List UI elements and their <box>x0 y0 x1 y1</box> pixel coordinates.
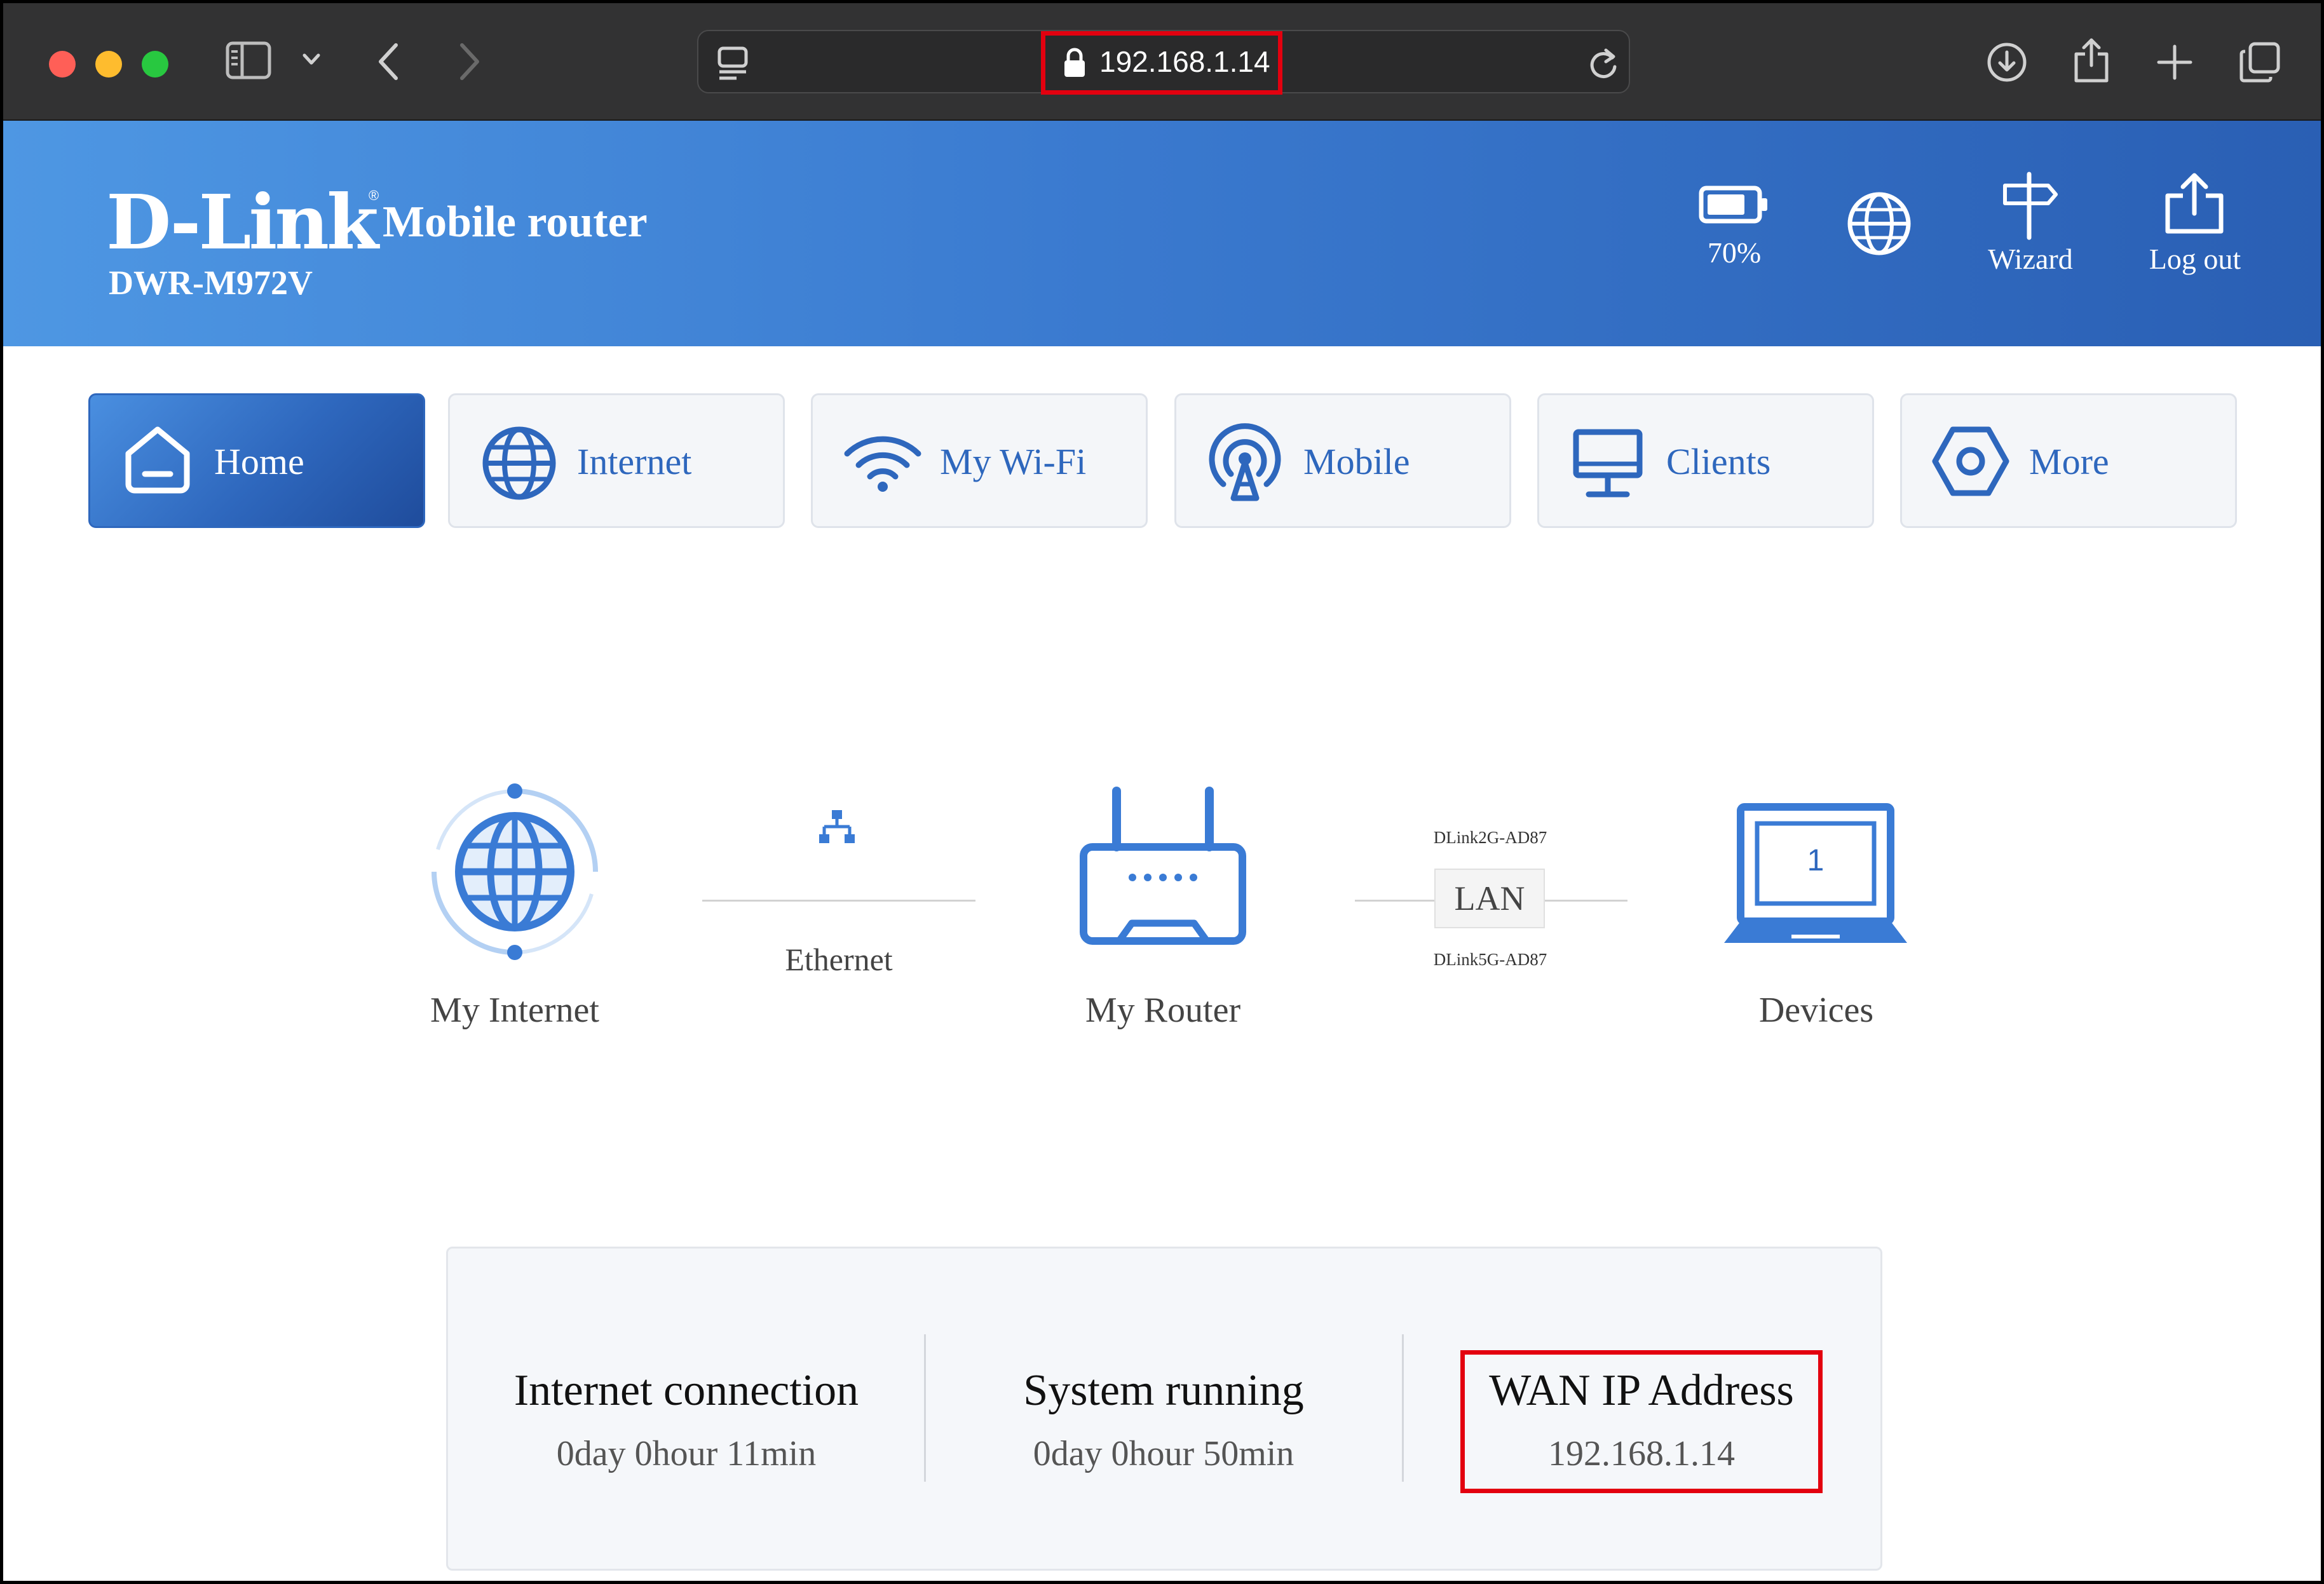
close-window-button[interactable] <box>49 51 76 78</box>
reload-icon[interactable] <box>1587 45 1620 81</box>
devices-label: Devices <box>1758 991 1874 1030</box>
ssid-2g-label: DLink2G-AD87 <box>1433 828 1547 847</box>
status-divider-2 <box>1402 1334 1404 1482</box>
logout-button[interactable]: Log out <box>2100 241 2290 277</box>
url-highlight-box <box>1041 31 1282 95</box>
tab-more-label: More <box>2029 441 2109 482</box>
tab-internet[interactable]: Internet <box>448 393 785 528</box>
tab-mobile[interactable]: Mobile <box>1174 393 1511 528</box>
download-icon[interactable] <box>1986 41 2028 83</box>
tabs-overview-icon[interactable] <box>2239 41 2281 83</box>
status-divider-1 <box>924 1334 926 1482</box>
dlink-logo: D-Link <box>106 178 379 266</box>
tab-my-wifi[interactable]: My Wi-Fi <box>811 393 1148 528</box>
internet-globe-icon[interactable] <box>423 780 607 967</box>
tab-clients[interactable]: Clients <box>1537 393 1874 528</box>
tab-more[interactable]: More <box>1900 393 2237 528</box>
tab-home-label: Home <box>214 441 304 482</box>
wan-ip-highlight-box <box>1460 1350 1823 1493</box>
minimize-window-button[interactable] <box>95 51 122 78</box>
battery-level: 70% <box>1707 236 1762 269</box>
ssid-5g-label: DLink5G-AD87 <box>1433 950 1547 969</box>
back-icon[interactable] <box>377 43 400 81</box>
battery-icon <box>1699 184 1770 228</box>
forward-icon[interactable] <box>458 43 481 81</box>
my-internet-label: My Internet <box>430 991 599 1030</box>
router-icon[interactable] <box>1078 783 1247 958</box>
ethernet-icon <box>818 809 856 850</box>
new-tab-icon[interactable] <box>2156 44 2193 81</box>
system-running-value: 0day 0hour 50min <box>1033 1434 1295 1473</box>
ethernet-label: Ethernet <box>785 942 893 977</box>
tab-home[interactable]: Home <box>88 393 425 528</box>
chevron-down-icon[interactable] <box>302 53 321 67</box>
page-menu-icon[interactable] <box>717 46 748 81</box>
antenna-icon <box>1206 423 1284 505</box>
wizard-signpost-icon[interactable] <box>2000 172 2058 243</box>
browser-toolbar: 192.168.1.14 <box>3 3 2321 121</box>
globe-icon <box>482 426 557 504</box>
language-globe-icon[interactable] <box>1846 191 1912 260</box>
ethernet-link-line <box>702 900 975 902</box>
device-count: 1 <box>1807 844 1825 877</box>
browser-window: 192.168.1.14 D-Link ® Mobile router DWR-… <box>3 3 2321 1581</box>
registered-mark: ® <box>369 187 379 203</box>
tab-internet-label: Internet <box>577 441 692 482</box>
monitor-icon <box>1572 428 1643 503</box>
wizard-button[interactable]: Wizard <box>1935 241 2126 277</box>
my-router-label: My Router <box>1085 991 1241 1030</box>
internet-connection-value: 0day 0hour 11min <box>556 1434 817 1473</box>
model-name: DWR-M972V <box>109 264 313 302</box>
router-header: D-Link ® Mobile router DWR-M972V 70% Wiz… <box>3 121 2321 346</box>
lan-link-line-left <box>1355 900 1434 902</box>
sidebar-icon[interactable] <box>226 41 271 79</box>
tab-clients-label: Clients <box>1666 441 1771 482</box>
logout-icon[interactable] <box>2164 172 2225 238</box>
lan-badge: LAN <box>1434 869 1545 928</box>
system-running-title: System running <box>1023 1366 1304 1415</box>
tab-mobile-label: Mobile <box>1303 441 1410 482</box>
wifi-icon <box>843 432 922 496</box>
internet-connection-title: Internet connection <box>513 1366 859 1415</box>
tab-my-wifi-label: My Wi-Fi <box>940 441 1087 482</box>
product-subtitle: Mobile router <box>383 198 648 247</box>
share-icon[interactable] <box>2072 36 2110 83</box>
zoom-window-button[interactable] <box>142 51 168 78</box>
home-icon <box>121 423 194 500</box>
hexagon-icon <box>1931 426 2010 500</box>
lan-link-line-right <box>1545 900 1627 902</box>
